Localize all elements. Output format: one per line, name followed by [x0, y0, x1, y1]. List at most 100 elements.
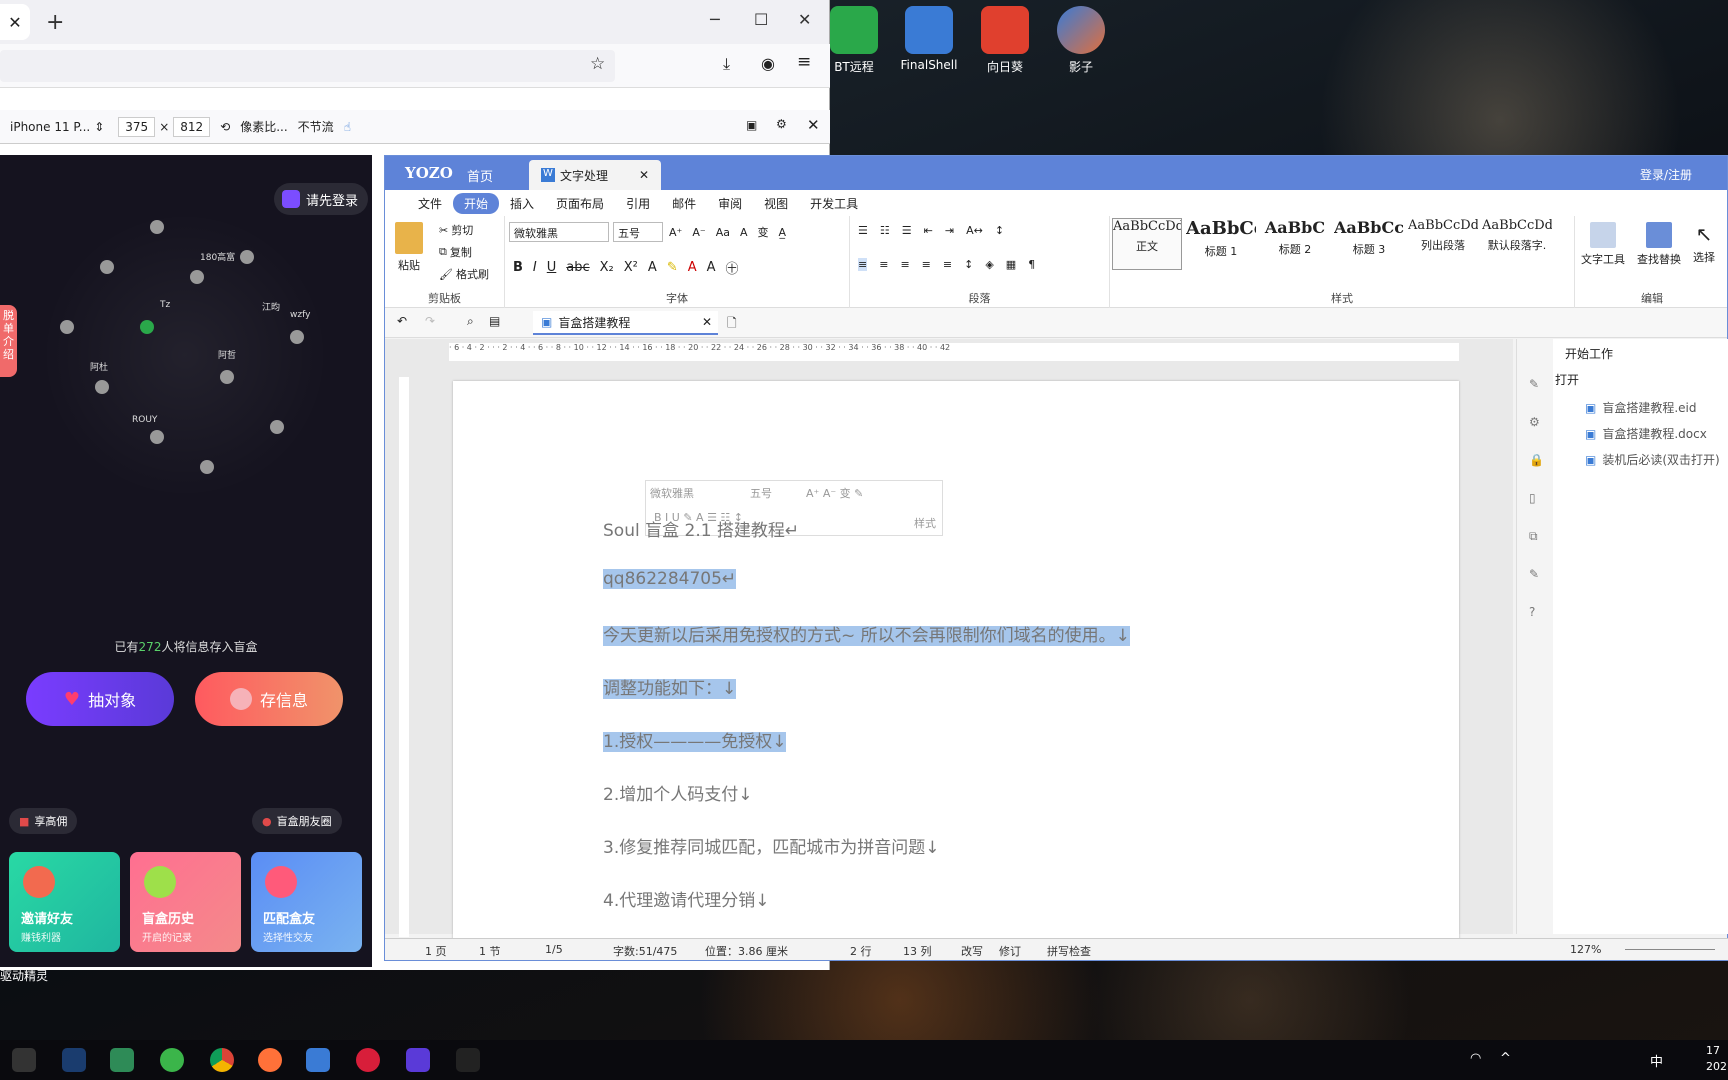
open-label[interactable]: 打开	[1555, 371, 1579, 388]
decrease-indent-icon[interactable]: ⇤	[924, 224, 933, 237]
sliders-icon[interactable]: ⚙	[1529, 415, 1540, 429]
distribute-icon[interactable]: ≡	[943, 258, 952, 271]
desktop-icon-shadow[interactable]: 影子	[1043, 6, 1119, 75]
borders-icon[interactable]: ▦	[1006, 258, 1016, 271]
recent-file[interactable]: ▣ 盲盒搭建教程.eid	[1585, 399, 1697, 416]
recent-file[interactable]: ▣ 盲盒搭建教程.docx	[1585, 425, 1707, 442]
app-purple-icon[interactable]	[406, 1048, 430, 1072]
desktop-icon-sunlogin[interactable]: 向日葵	[967, 6, 1043, 75]
draw-match-button[interactable]: ♥ 抽对象	[26, 672, 174, 726]
style-heading-1[interactable]: AaBbCc标题 1	[1186, 218, 1256, 270]
justify-icon[interactable]: ≡	[922, 258, 931, 271]
pages-icon[interactable]: ⧉	[1529, 529, 1538, 544]
side-tab[interactable]: 脱单介绍	[0, 305, 17, 377]
redo-icon[interactable]: ↷	[425, 314, 435, 328]
login-register-link[interactable]: 登录/注册	[1640, 166, 1692, 183]
ime-indicator[interactable]: 中	[1650, 1051, 1663, 1070]
menu-review[interactable]: 审阅	[707, 193, 753, 214]
url-input[interactable]	[0, 50, 615, 82]
cut-button[interactable]: ✂ 剪切	[439, 222, 473, 238]
clock-date[interactable]: 202	[1706, 1060, 1727, 1073]
document-tab[interactable]: ▣ 盲盒搭建教程 ✕	[533, 311, 718, 335]
width-input[interactable]: 375	[118, 116, 156, 137]
tray-expand-icon[interactable]: ^	[1500, 1051, 1511, 1066]
tag-sphere[interactable]: 180高富 江昀 Tz 阿哲 ROUY 阿杜 wzfy	[40, 210, 330, 500]
screenshot-icon[interactable]: ▣	[746, 118, 757, 132]
tab-close-button[interactable]: ✕	[0, 4, 30, 40]
clock-time[interactable]: 17	[1706, 1044, 1720, 1057]
enclose-icon[interactable]: ㊉	[726, 258, 739, 277]
firefox-icon[interactable]	[258, 1048, 282, 1072]
font-size-select[interactable]: 五号	[613, 222, 663, 242]
clear-format-icon[interactable]: A	[740, 226, 748, 239]
multilevel-icon[interactable]: ☰	[902, 224, 912, 237]
clipboard-icon[interactable]: ▯	[1529, 491, 1536, 505]
close-icon[interactable]: ✕	[798, 10, 811, 29]
highlight-icon[interactable]: ✎	[667, 260, 678, 275]
align-center-icon[interactable]: ≡	[879, 258, 888, 271]
phonetic-icon[interactable]: 变	[757, 224, 768, 240]
strike-icon[interactable]: abc	[566, 260, 589, 275]
edit-icon[interactable]: ✎	[1529, 567, 1539, 581]
dpr-select[interactable]: 像素比...	[240, 118, 287, 135]
help-icon[interactable]: ?	[1529, 605, 1535, 619]
char-spacing-icon[interactable]: A↔	[966, 224, 983, 237]
download-icon[interactable]: ⤓	[723, 54, 730, 74]
shading-icon[interactable]: ◈	[985, 258, 993, 271]
invite-friends-card[interactable]: 邀请好友 赚钱利器	[9, 852, 120, 952]
font-name-select[interactable]: 微软雅黑	[509, 222, 609, 242]
style-list-paragraph[interactable]: AaBbCcDd 列出段落	[1408, 218, 1478, 270]
new-doc-icon[interactable]: 🗋	[727, 314, 737, 335]
recent-file[interactable]: ▣ 装机后必读(双击打开)	[1585, 451, 1720, 468]
menu-developer[interactable]: 开发工具	[799, 193, 869, 214]
menu-insert[interactable]: 插入	[499, 193, 545, 214]
copy-button[interactable]: ⧉ 复制	[439, 244, 472, 260]
task-view-icon[interactable]	[12, 1048, 36, 1072]
save-icon[interactable]: ▤	[489, 314, 500, 328]
bullets-icon[interactable]: ☰	[858, 224, 868, 237]
undo-icon[interactable]: ↶	[397, 314, 407, 328]
app-green-icon[interactable]	[160, 1048, 184, 1072]
subscript-icon[interactable]: X₂	[600, 260, 614, 275]
desktop-icon-finalshell[interactable]: FinalShell	[891, 6, 967, 72]
login-button[interactable]: 请先登录	[273, 183, 368, 215]
throttle-select[interactable]: 不节流	[298, 118, 334, 135]
store-info-button[interactable]: 存信息	[195, 672, 343, 726]
text-tools-button[interactable]: 文字工具	[1581, 222, 1625, 267]
new-tab-button[interactable]: +	[46, 10, 64, 35]
qq-icon[interactable]	[456, 1048, 480, 1072]
print-preview-icon[interactable]: ⌕	[467, 314, 474, 329]
bold-icon[interactable]: B	[513, 260, 523, 275]
grow-font-icon[interactable]: A⁺	[669, 226, 682, 239]
shrink-font-icon[interactable]: A⁻	[692, 226, 705, 239]
zoom-slider[interactable]	[1625, 949, 1715, 950]
friend-circle-pill[interactable]: ● 盲盒朋友圈	[252, 808, 342, 834]
style-heading-3[interactable]: AaBbCcI 标题 3	[1334, 218, 1404, 270]
style-heading-2[interactable]: AaBbC 标题 2	[1260, 218, 1330, 270]
zoom-level[interactable]: 127%	[1570, 943, 1601, 956]
underline-icon[interactable]: U	[547, 260, 557, 275]
minimize-icon[interactable]: ─	[710, 10, 720, 29]
border-icon[interactable]: A̲	[778, 226, 786, 239]
maximize-icon[interactable]: ☐	[754, 10, 768, 29]
text-effect-icon[interactable]: A	[648, 260, 657, 275]
device-select[interactable]: iPhone 11 P... ⇕	[10, 120, 104, 134]
superscript-icon[interactable]: X²	[624, 260, 638, 275]
tab-word-processing[interactable]: W 文字处理 ✕	[529, 160, 661, 190]
show-marks-icon[interactable]: ¶	[1028, 258, 1035, 271]
height-input[interactable]: 812	[173, 116, 211, 137]
menu-home[interactable]: 开始	[453, 192, 500, 214]
find-replace-button[interactable]: 查找替换	[1637, 222, 1681, 267]
horizontal-ruler[interactable]: · 6 · 4 · 2 · · · 2 · · 4 · · 6 · · 8 · …	[449, 343, 1459, 361]
menu-view[interactable]: 视图	[753, 193, 799, 214]
wifi-icon[interactable]: ◠	[1470, 1051, 1481, 1066]
menu-references[interactable]: 引用	[615, 193, 661, 214]
char-shade-icon[interactable]: A	[707, 260, 716, 275]
menu-layout[interactable]: 页面布局	[545, 193, 615, 214]
notepad-icon[interactable]	[110, 1048, 134, 1072]
style-default-paragraph[interactable]: AaBbCcDd 默认段落字.	[1482, 218, 1552, 270]
format-painter-button[interactable]: 🖌 格式刷	[439, 266, 489, 282]
close-doc-icon[interactable]: ✕	[702, 315, 712, 329]
sort-icon[interactable]: ↕	[995, 224, 1004, 237]
case-icon[interactable]: Aa	[716, 226, 730, 239]
